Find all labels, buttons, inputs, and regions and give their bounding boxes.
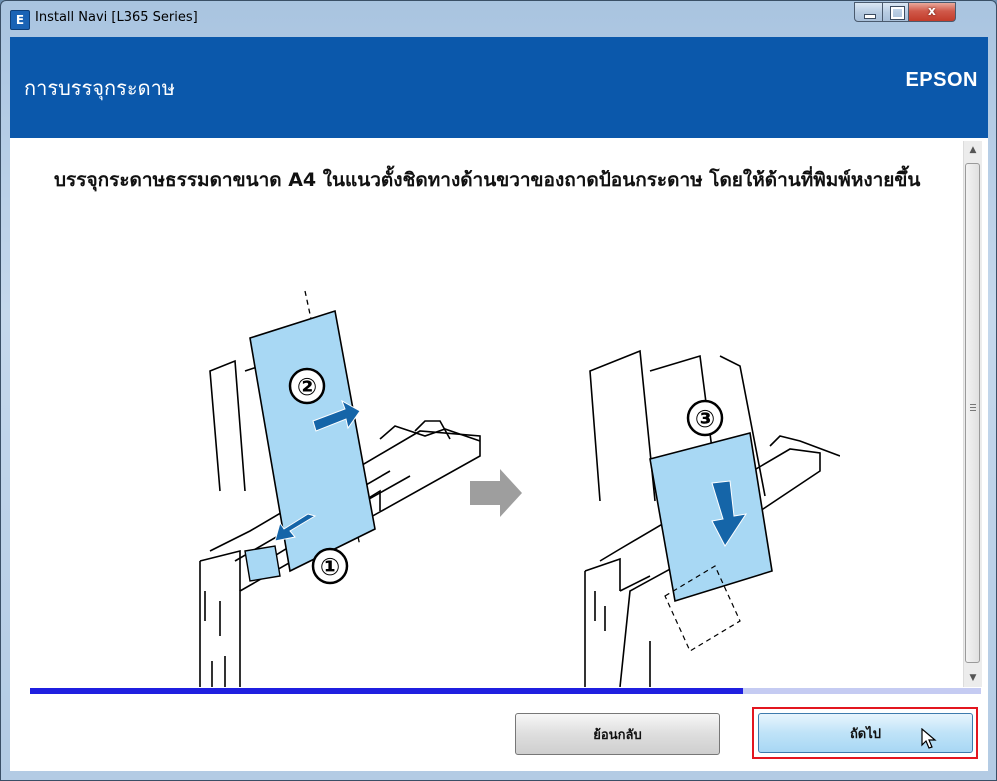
step-badge-1: ① [311,547,349,585]
scroll-thumb[interactable] [965,163,980,663]
paper-sheet-left [249,309,376,573]
close-button[interactable]: x [908,2,956,22]
step-label-1: ① [320,553,340,581]
header-band: การบรรจุกระดาษ EPSON [10,37,988,138]
back-button[interactable]: ย้อนกลับ [515,713,720,755]
install-progress-bar [30,688,981,694]
mouse-cursor-icon [921,728,937,749]
step-badge-2: ② [288,367,326,405]
next-button[interactable]: ถัดไป [758,713,973,753]
scroll-down-arrow-icon[interactable]: ▼ [964,669,982,687]
paper-loading-illustration: ② ① ③ [199,290,840,687]
minimize-icon [864,14,876,19]
window-title: Install Navi [L365 Series] [35,10,198,25]
epson-logo: EPSON [905,69,978,91]
instruction-panel: บรรจุกระดาษธรรมดาขนาด A4 ในแนวตั้งชิดทาง… [30,141,961,687]
maximize-button[interactable] [882,2,909,22]
step-label-2: ② [297,373,317,401]
page-title: การบรรจุกระดาษ [24,76,175,100]
vertical-scrollbar[interactable]: ▲ ▼ [963,141,982,687]
paper-sheet-right [649,432,773,603]
paper-edge-guide [244,545,281,582]
instruction-text: บรรจุกระดาษธรรมดาขนาด A4 ในแนวตั้งชิดทาง… [54,169,921,191]
grip-icon [970,404,976,412]
close-icon: x [928,4,936,18]
step-label-3: ③ [695,405,715,433]
installer-window: E Install Navi [L365 Series] x การบรรจุก… [0,0,997,781]
scroll-up-arrow-icon[interactable]: ▲ [964,141,982,159]
progress-fill [30,688,744,694]
minimize-button[interactable] [854,2,883,22]
step-badge-3: ③ [686,399,724,437]
epson-app-icon: E [10,10,30,30]
client-area: การบรรจุกระดาษ EPSON บรรจุกระดาษธรรมดาขน… [10,37,988,771]
title-bar[interactable]: E Install Navi [L365 Series] x [1,1,996,37]
next-step-arrow-icon [470,469,522,517]
maximize-icon [890,6,905,20]
